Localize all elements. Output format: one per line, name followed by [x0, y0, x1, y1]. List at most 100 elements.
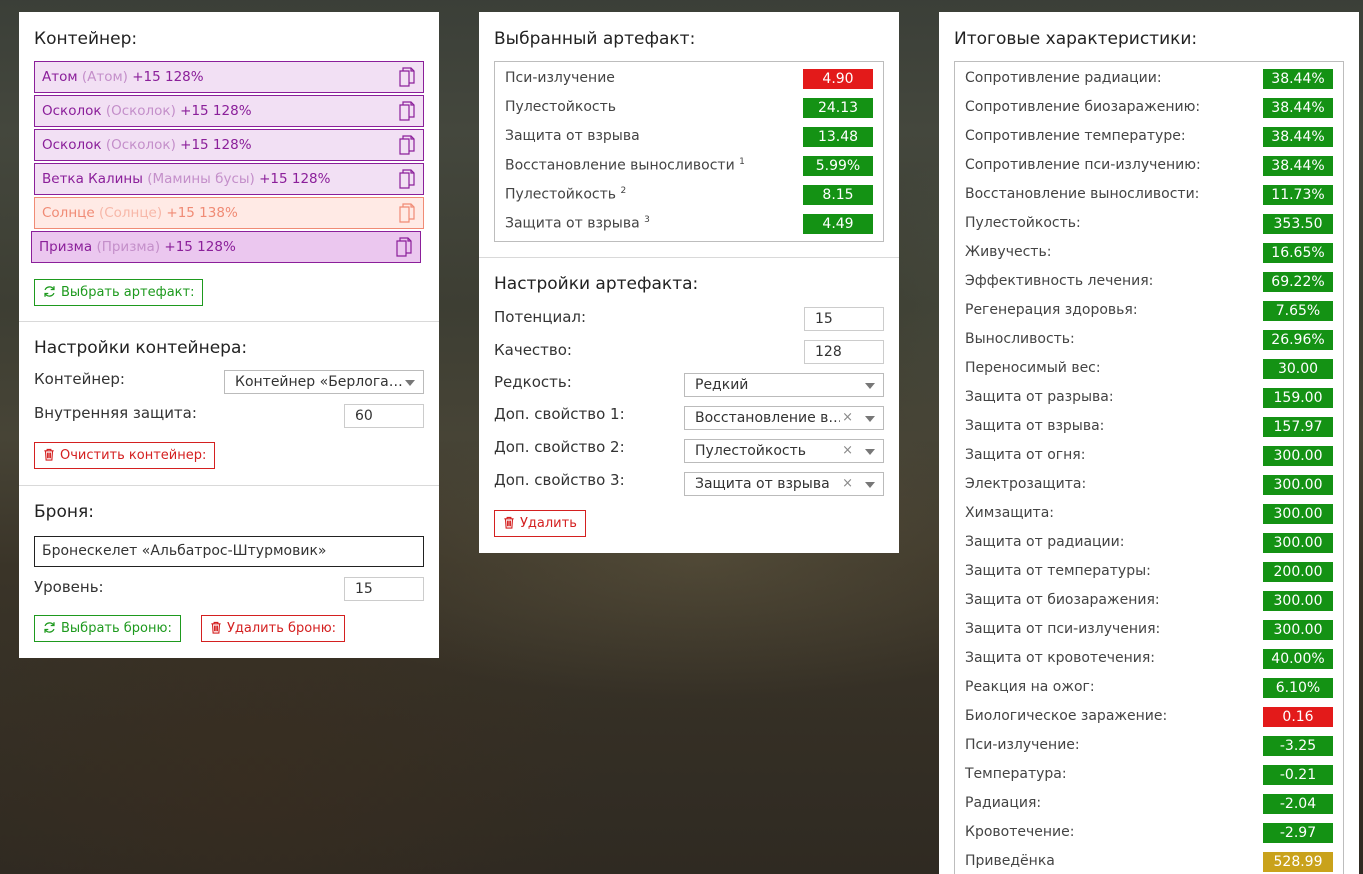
artifact-settings-title: Настройки артефакта: [494, 274, 699, 294]
inner-protection-input[interactable]: 60 [344, 404, 424, 428]
artifact-level: +15 128% [180, 103, 252, 119]
stat-name: Защита от взрыва: [965, 418, 1105, 434]
clear-icon[interactable]: × [842, 473, 853, 495]
copy-icon[interactable] [396, 237, 412, 257]
artifact-alt-name: (Осколок) [105, 103, 176, 119]
container-select-value: Контейнер «Берлога… [235, 374, 403, 390]
stat-name: Выносливость: [965, 331, 1075, 347]
potential-label: Потенциал: [494, 308, 587, 326]
total-stat-row: Защита от кровотечения: 40.00% [965, 649, 1333, 669]
artifact-item[interactable]: Призма (Призма) +15 128% [31, 231, 421, 263]
chevron-down-icon [865, 482, 875, 488]
stat-name: Эффективность лечения: [965, 273, 1154, 289]
stat-footnote: 3 [644, 215, 650, 225]
stat-name: Сопротивление биозаражению: [965, 99, 1201, 115]
stat-name: Защита от разрыва: [965, 389, 1114, 405]
artifact-item[interactable]: Ветка Калины (Мамины бусы) +15 128% [34, 163, 424, 195]
stat-name: Защита от взрыва 3 [505, 215, 650, 232]
artifact-item[interactable]: Осколок (Осколок) +15 128% [34, 129, 424, 161]
rarity-select[interactable]: Редкий [684, 373, 884, 397]
stat-value: 528.99 [1263, 852, 1333, 872]
extra2-select[interactable]: Пулестойкость × [684, 439, 884, 463]
stat-value: 6.10% [1263, 678, 1333, 698]
chevron-down-icon [865, 383, 875, 389]
artifact-stat-row: Защита от взрыва 3 4.49 [505, 214, 873, 234]
clear-icon[interactable]: × [842, 440, 853, 462]
artifact-level: +15 128% [164, 239, 236, 255]
delete-artifact-label: Удалить [520, 516, 577, 531]
copy-icon[interactable] [399, 101, 415, 121]
stat-value: 4.49 [803, 214, 873, 234]
copy-icon[interactable] [399, 169, 415, 189]
stat-name: Защита от пси-излучения: [965, 621, 1161, 637]
potential-input[interactable]: 15 [804, 307, 884, 331]
extra3-select[interactable]: Защита от взрыва × [684, 472, 884, 496]
stat-value: 40.00% [1263, 649, 1333, 669]
total-stat-row: Защита от огня: 300.00 [965, 446, 1333, 466]
artifact-panel: Выбранный артефакт: Пси-излучение 4.90 Пул… [479, 12, 899, 553]
total-stat-row: Кровотечение: -2.97 [965, 823, 1333, 843]
total-stat-row: Сопротивление температуре: 38.44% [965, 127, 1333, 147]
stat-name: Защита от биозаражения: [965, 592, 1160, 608]
extra3-label: Доп. свойство 3: [494, 471, 625, 489]
copy-icon[interactable] [399, 67, 415, 87]
container-select[interactable]: Контейнер «Берлога… [224, 370, 424, 394]
select-armor-button[interactable]: Выбрать броню: [34, 615, 181, 642]
artifact-alt-name: (Атом) [81, 69, 128, 85]
stat-name: Приведёнка [965, 853, 1055, 869]
stat-value: 300.00 [1263, 591, 1333, 611]
extra1-select[interactable]: Восстановление в… × [684, 406, 884, 430]
total-stat-row: Биологическое заражение: 0.16 [965, 707, 1333, 727]
totals-stats-box: Сопротивление радиации: 38.44% Сопротивлен… [954, 61, 1344, 874]
totals-title: Итоговые характеристики: [954, 29, 1198, 49]
stat-name: Защита от огня: [965, 447, 1086, 463]
artifact-stats-box: Пси-излучение 4.90 Пулестойкость 24.13 Защит… [494, 61, 884, 242]
stat-value: 0.16 [1263, 707, 1333, 727]
refresh-icon [43, 282, 56, 307]
extra3-select-value: Защита от взрыва [695, 476, 830, 492]
total-stat-row: Защита от температуры: 200.00 [965, 562, 1333, 582]
clear-container-button[interactable]: Очистить контейнер: [34, 442, 216, 469]
artifact-item[interactable]: Солнце (Солнце) +15 138% [34, 197, 424, 229]
artifact-item[interactable]: Осколок (Осколок) +15 128% [34, 95, 424, 127]
trash-icon [210, 618, 222, 643]
stat-name: Восстановление выносливости: [965, 186, 1200, 202]
stat-value: 300.00 [1263, 446, 1333, 466]
stat-name: Защита от температуры: [965, 563, 1151, 579]
artifact-alt-name: (Призма) [96, 239, 161, 255]
delete-artifact-button[interactable]: Удалить [494, 510, 586, 537]
inner-protection-label: Внутренняя защита: [34, 404, 197, 422]
stat-name: Восстановление выносливости 1 [505, 157, 745, 174]
stat-name: Защита от взрыва [505, 128, 640, 144]
stat-name: Сопротивление радиации: [965, 70, 1162, 86]
stat-value: 157.97 [1263, 417, 1333, 437]
select-artifact-button[interactable]: Выбрать артефакт: [34, 279, 204, 307]
chevron-down-icon [865, 449, 875, 455]
total-stat-row: Приведёнка 528.99 [965, 852, 1333, 872]
stat-value: 38.44% [1263, 156, 1333, 176]
armor-field[interactable]: Бронескелет «Альбатрос-Штурмовик» [34, 536, 424, 567]
extra1-select-value: Восстановление в… [695, 410, 840, 426]
stat-name: Защита от кровотечения: [965, 650, 1155, 666]
stat-value: 300.00 [1263, 533, 1333, 553]
stat-name: Пулестойкость 2 [505, 186, 627, 203]
stat-value: 5.99% [803, 156, 873, 176]
artifact-name: Осколок [42, 103, 102, 119]
artifact-item[interactable]: Атом (Атом) +15 128% [34, 61, 424, 93]
quality-input[interactable]: 128 [804, 340, 884, 364]
copy-icon[interactable] [399, 203, 415, 223]
clear-icon[interactable]: × [842, 407, 853, 429]
divider [19, 321, 439, 322]
level-input[interactable]: 15 [344, 577, 424, 601]
stat-value: 353.50 [1263, 214, 1333, 234]
delete-armor-button[interactable]: Удалить броню: [201, 615, 346, 643]
chevron-down-icon [405, 380, 415, 386]
selected-artifact-title: Выбранный артефакт: [494, 29, 696, 49]
extra2-label: Доп. свойство 2: [494, 438, 625, 456]
stat-value: -3.25 [1263, 736, 1333, 756]
stat-name: Электрозащита: [965, 476, 1087, 492]
rarity-label: Редкость: [494, 373, 572, 391]
stat-value: 11.73% [1263, 185, 1333, 205]
copy-icon[interactable] [399, 135, 415, 155]
total-stat-row: Пулестойкость: 353.50 [965, 214, 1333, 234]
